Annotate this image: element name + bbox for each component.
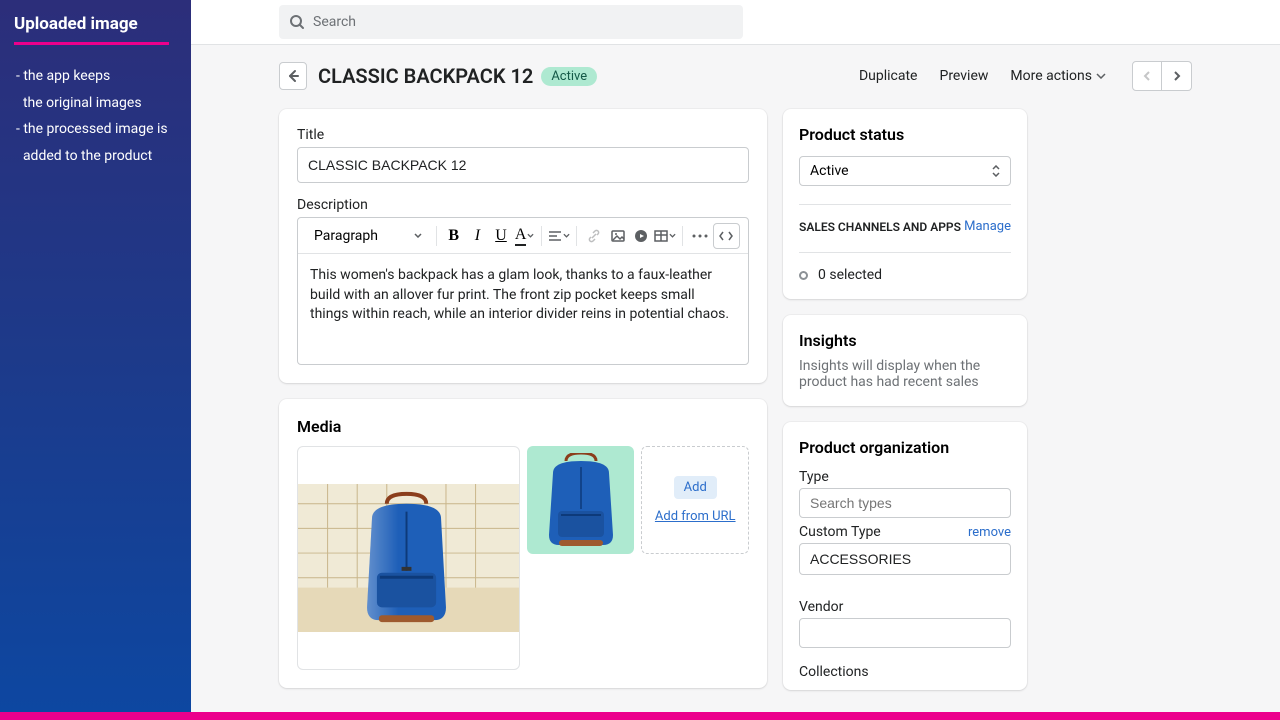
collections-label: Collections	[799, 664, 1011, 680]
link-icon	[587, 229, 601, 243]
caret-down-icon	[563, 233, 570, 238]
custom-type-label: Custom Type	[799, 524, 881, 540]
description-label: Description	[297, 197, 749, 213]
topbar: Search	[191, 0, 1280, 45]
page-header: CLASSIC BACKPACK 12 Active Duplicate Pre…	[191, 45, 1280, 109]
description-textarea[interactable]: This women's backpack has a glam look, t…	[298, 254, 748, 364]
type-input[interactable]	[799, 488, 1011, 518]
ellipsis-icon	[692, 234, 708, 238]
bold-button[interactable]: B	[443, 224, 465, 248]
search-placeholder: Search	[313, 14, 356, 30]
more-formatting-button[interactable]	[689, 224, 711, 248]
paragraph-select[interactable]: Paragraph	[306, 224, 430, 248]
chevron-left-icon	[1142, 70, 1152, 82]
italic-button[interactable]: I	[467, 224, 489, 248]
align-left-icon	[548, 230, 562, 242]
media-title: Media	[279, 399, 767, 446]
sidebar-notes: - the app keeps the original images - th…	[14, 63, 177, 169]
caret-down-icon	[414, 233, 422, 238]
bottom-accent-bar	[0, 712, 1280, 720]
description-editor: Paragraph B I U A	[297, 217, 749, 365]
media-add-area[interactable]: Add Add from URL	[641, 446, 749, 554]
sidebar-note-line: the original images	[16, 90, 177, 117]
sidebar: Uploaded image - the app keeps the origi…	[0, 0, 191, 712]
more-actions-button[interactable]: More actions	[1010, 68, 1106, 84]
main-area: Search CLASSIC BACKPACK 12 Active Duplic…	[191, 0, 1280, 712]
select-arrows-icon	[992, 165, 1000, 177]
arrow-left-icon	[286, 69, 300, 83]
sidebar-note-line: - the app keeps	[16, 63, 177, 90]
product-image-small	[541, 453, 621, 548]
page-title: CLASSIC BACKPACK 12	[318, 64, 533, 88]
prev-button[interactable]	[1132, 61, 1162, 91]
remove-custom-type-link[interactable]: remove	[968, 525, 1011, 540]
right-column: Product status Active SALES CHANNELS AND…	[783, 109, 1027, 706]
custom-type-input[interactable]	[799, 543, 1011, 575]
product-status-card: Product status Active SALES CHANNELS AND…	[783, 109, 1027, 299]
align-button[interactable]	[548, 224, 570, 248]
title-input[interactable]	[297, 147, 749, 183]
status-badge: Active	[541, 67, 597, 86]
status-select[interactable]: Active	[799, 156, 1011, 186]
search-icon	[289, 14, 305, 30]
media-grid: Add Add from URL	[279, 446, 767, 688]
chevron-right-icon	[1172, 70, 1182, 82]
type-label: Type	[799, 469, 1011, 485]
vendor-label: Vendor	[799, 599, 1011, 615]
insights-title: Insights	[799, 331, 1011, 350]
add-media-button[interactable]: Add	[674, 476, 717, 499]
insights-body: Insights will display when the product h…	[799, 358, 1011, 390]
organization-title: Product organization	[799, 438, 1011, 457]
sidebar-note-line: added to the product	[16, 143, 177, 170]
pagination-arrows	[1132, 61, 1192, 91]
code-view-button[interactable]	[713, 223, 740, 249]
editor-toolbar: Paragraph B I U A	[298, 218, 748, 254]
selected-count: 0 selected	[818, 267, 882, 283]
image-button[interactable]	[607, 224, 629, 248]
status-value: Active	[810, 163, 849, 179]
link-button[interactable]	[583, 224, 605, 248]
sales-channels-label: SALES CHANNELS AND APPS	[799, 220, 961, 234]
title-label: Title	[297, 127, 749, 143]
title-card: Title Description Paragraph B I U	[279, 109, 767, 383]
code-icon	[718, 230, 734, 242]
vendor-input[interactable]	[799, 618, 1011, 648]
caret-down-icon	[669, 233, 676, 238]
search-input[interactable]: Search	[279, 5, 743, 39]
next-button[interactable]	[1162, 61, 1192, 91]
left-column: Title Description Paragraph B I U	[279, 109, 767, 706]
product-image-large	[298, 483, 519, 633]
more-actions-label: More actions	[1010, 68, 1092, 84]
caret-down-icon	[527, 233, 534, 238]
insights-card: Insights Insights will display when the …	[783, 315, 1027, 406]
sidebar-underline	[14, 42, 169, 45]
content: Title Description Paragraph B I U	[191, 109, 1280, 706]
video-button[interactable]	[631, 224, 653, 248]
sidebar-note-line: - the processed image is	[16, 116, 177, 143]
selected-count-row: 0 selected	[799, 252, 1011, 283]
play-circle-icon	[634, 229, 648, 243]
status-dot-icon	[799, 271, 808, 280]
manage-link[interactable]: Manage	[964, 219, 1011, 234]
sidebar-title: Uploaded image	[14, 14, 177, 34]
media-item-large[interactable]	[297, 446, 520, 670]
preview-button[interactable]: Preview	[939, 68, 988, 84]
underline-button[interactable]: U	[490, 224, 512, 248]
image-icon	[611, 229, 625, 243]
product-organization-card: Product organization Type Custom Type re…	[783, 422, 1027, 690]
add-from-url-link[interactable]: Add from URL	[655, 509, 736, 524]
duplicate-button[interactable]: Duplicate	[859, 68, 918, 84]
table-icon	[654, 230, 668, 242]
table-button[interactable]	[654, 224, 676, 248]
sales-channels-section: SALES CHANNELS AND APPS Manage 0 selecte…	[799, 204, 1011, 283]
product-status-title: Product status	[799, 125, 1011, 144]
header-actions: Duplicate Preview More actions	[859, 61, 1192, 91]
paragraph-label: Paragraph	[314, 228, 378, 244]
caret-down-icon	[1096, 73, 1106, 79]
back-button[interactable]	[279, 62, 307, 90]
text-color-button[interactable]: A	[514, 224, 536, 248]
media-item-small[interactable]	[527, 446, 635, 554]
media-card: Media	[279, 399, 767, 688]
